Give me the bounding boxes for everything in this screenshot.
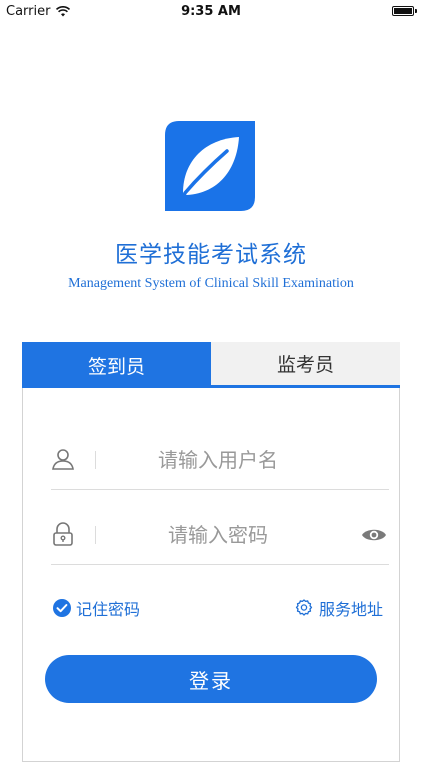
password-field: [51, 506, 389, 565]
gear-icon: [295, 599, 313, 616]
tab-check-in-staff[interactable]: 签到员: [22, 342, 211, 388]
remember-password-checkbox[interactable]: 记住密码: [53, 596, 140, 620]
username-input[interactable]: [101, 441, 335, 479]
app-subtitle: Management System of Clinical Skill Exam…: [68, 276, 354, 291]
login-options: 记住密码 服务地址: [53, 596, 383, 620]
login-card: 签到员 监考员 记住密码: [22, 342, 400, 762]
service-address-button[interactable]: 服务地址: [295, 596, 383, 620]
service-address-label: 服务地址: [318, 600, 383, 619]
check-circle-icon: [53, 599, 71, 617]
lock-icon: [53, 522, 73, 546]
eye-icon[interactable]: [361, 526, 387, 544]
username-separator: [95, 451, 96, 469]
user-icon: [52, 449, 74, 470]
username-field: [51, 431, 389, 490]
battery-icon: [392, 6, 417, 16]
status-time: 9:35 AM: [181, 4, 241, 19]
login-button[interactable]: 登录: [45, 655, 377, 703]
role-tabs: 签到员 监考员: [22, 342, 400, 388]
password-separator: [95, 526, 96, 544]
leaf-logo-icon: [165, 121, 255, 211]
password-input[interactable]: [101, 516, 335, 554]
status-bar: Carrier 9:35 AM: [0, 0, 422, 24]
battery-fill: [394, 8, 412, 14]
app-title: 医学技能考试系统: [115, 242, 307, 268]
remember-password-label: 记住密码: [76, 600, 141, 619]
tab-invigilator[interactable]: 监考员: [211, 342, 400, 388]
